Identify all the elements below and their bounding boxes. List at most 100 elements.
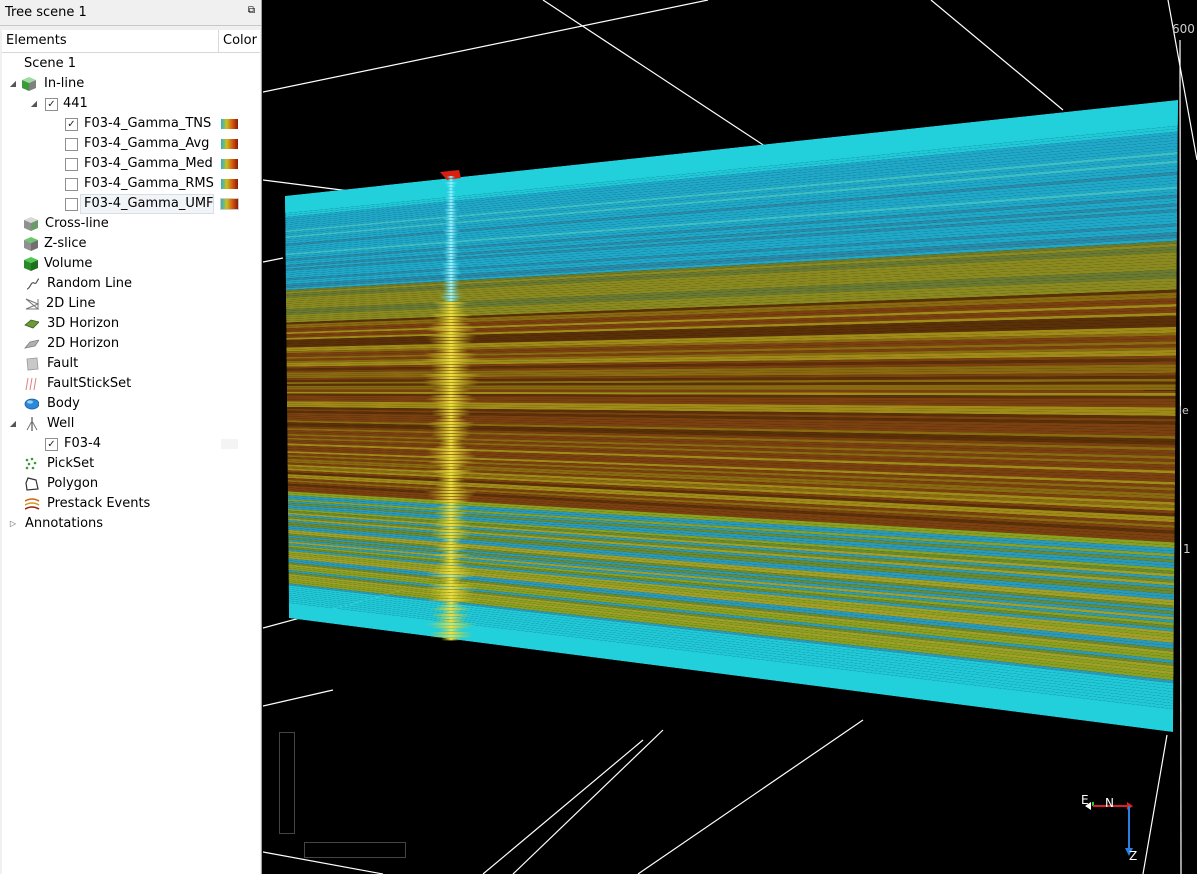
well-log-sample xyxy=(437,311,465,314)
collapse-arrow-icon[interactable]: ◢ xyxy=(8,74,18,94)
scene-tree[interactable]: Elements Color Scene 1 ◢ In-line ◢ ✓ 441… xyxy=(2,30,260,874)
well-log-sample xyxy=(446,200,456,203)
2d-line-icon xyxy=(25,298,40,310)
compass-n: N xyxy=(1105,796,1114,810)
panel-title: Tree scene 1 xyxy=(5,5,87,20)
well-log-sample xyxy=(442,266,460,269)
prestack-events-icon xyxy=(25,498,40,510)
well-log-sample xyxy=(440,503,462,506)
tree-item-label: Body xyxy=(47,396,80,411)
tree-item-scene[interactable]: Scene 1 xyxy=(2,54,260,74)
collapse-arrow-icon[interactable]: ◢ xyxy=(8,414,18,434)
tree-item-label: Volume xyxy=(44,256,93,271)
colorbar-swatch[interactable] xyxy=(221,139,238,149)
tree-item-volume[interactable]: Volume xyxy=(2,254,260,274)
attribute-item[interactable]: F03-4_Gamma_RMS xyxy=(2,174,260,194)
well-log-sample xyxy=(438,509,464,512)
tree-item-label: PickSet xyxy=(47,456,95,471)
random-line-icon xyxy=(26,278,40,290)
tree-item-crossline[interactable]: Cross-line xyxy=(2,214,260,234)
checkbox-checked[interactable]: ✓ xyxy=(45,98,58,111)
cube-gray-icon xyxy=(24,217,38,231)
attribute-item[interactable]: F03-4_Gamma_Med xyxy=(2,154,260,174)
well-log-sample xyxy=(445,221,457,224)
well-log-sample xyxy=(434,617,468,620)
tree-item-prestack-events[interactable]: Prestack Events xyxy=(2,494,260,514)
tree-item-2dhorizon[interactable]: 2D Horizon xyxy=(2,334,260,354)
tree-item-2dline[interactable]: 2D Line xyxy=(2,294,260,314)
well-log-sample xyxy=(435,620,467,623)
tree-item-inline[interactable]: ◢ In-line xyxy=(2,74,260,94)
well-log-sample xyxy=(442,299,460,302)
well-log-sample xyxy=(435,605,467,608)
well-log-sample xyxy=(445,206,457,209)
tree-item-inline-441[interactable]: ◢ ✓ 441 xyxy=(2,94,260,114)
well-log-sample xyxy=(443,287,459,290)
well-log-sample xyxy=(435,473,467,476)
well-log-sample xyxy=(432,545,470,548)
scene-canvas[interactable] xyxy=(263,0,1197,874)
well-log-sample xyxy=(440,581,461,584)
well-log-sample xyxy=(427,338,475,341)
column-header-elements[interactable]: Elements xyxy=(6,33,67,48)
axis-label-600: 600 xyxy=(1172,22,1195,36)
attribute-item[interactable]: F03-4_Gamma_Avg xyxy=(2,134,260,154)
expand-arrow-icon[interactable]: ▷ xyxy=(8,514,18,534)
well-log-sample xyxy=(431,302,471,305)
3d-horizon-icon xyxy=(24,319,39,329)
checkbox-unchecked[interactable] xyxy=(65,178,78,191)
tree-item-well-f03-4[interactable]: ✓ F03-4 xyxy=(2,434,260,454)
well-log-sample xyxy=(443,254,459,257)
tree-item-label: Fault xyxy=(47,356,79,371)
well-log-sample xyxy=(427,494,475,497)
tree-item-randomline[interactable]: Random Line xyxy=(2,274,260,294)
well-log-sample xyxy=(436,476,466,479)
well-log-sample xyxy=(428,314,474,317)
well-log-sample xyxy=(447,188,455,191)
well-log-sample xyxy=(439,467,463,470)
checkbox-unchecked[interactable] xyxy=(65,158,78,171)
well-log-sample xyxy=(439,557,463,560)
colorbar-swatch[interactable] xyxy=(221,179,238,189)
tree-item-faultstickset[interactable]: FaultStickSet xyxy=(2,374,260,394)
well-log-sample xyxy=(430,401,472,404)
well-log-sample xyxy=(440,293,462,296)
well-log-sample xyxy=(444,215,458,218)
checkbox-unchecked[interactable] xyxy=(65,138,78,151)
tree-item-zslice[interactable]: Z-slice xyxy=(2,234,260,254)
well-log-sample xyxy=(431,500,471,503)
compass-z: Z xyxy=(1129,849,1138,863)
colorbar-swatch[interactable] xyxy=(220,198,239,210)
well-log-sample xyxy=(431,596,471,599)
tree-item-3dhorizon[interactable]: 3D Horizon xyxy=(2,314,260,334)
tree-item-body[interactable]: Body xyxy=(2,394,260,414)
well-log-sample xyxy=(429,632,473,635)
colorbar-swatch[interactable] xyxy=(221,119,238,129)
well-log-sample xyxy=(446,194,456,197)
tree-item-polygon[interactable]: Polygon xyxy=(2,474,260,494)
panel-titlebar: Tree scene 1 ⧉ xyxy=(0,0,261,26)
column-header-color[interactable]: Color xyxy=(218,30,257,52)
well-log-sample xyxy=(436,518,466,521)
checkbox-checked[interactable]: ✓ xyxy=(65,118,78,131)
tree-item-pickset[interactable]: PickSet xyxy=(2,454,260,474)
well-log-sample xyxy=(434,344,468,347)
tree-item-annotations[interactable]: ▷ Annotations xyxy=(2,514,260,534)
checkbox-unchecked[interactable] xyxy=(65,198,78,211)
attribute-item[interactable]: F03-4_Gamma_UMF xyxy=(2,194,260,214)
attribute-item[interactable]: ✓ F03-4_Gamma_TNS xyxy=(2,114,260,134)
checkbox-checked[interactable]: ✓ xyxy=(45,438,58,451)
well-log-sample xyxy=(439,296,463,299)
collapse-arrow-icon[interactable]: ◢ xyxy=(29,94,39,114)
tree-item-well[interactable]: ◢ Well xyxy=(2,414,260,434)
tree-item-fault[interactable]: Fault xyxy=(2,354,260,374)
well-log-sample xyxy=(440,272,462,275)
well-log-sample xyxy=(439,611,462,614)
restore-icon[interactable]: ⧉ xyxy=(246,6,257,17)
well-log-sample xyxy=(434,332,468,335)
colorbar-swatch[interactable] xyxy=(221,159,238,169)
fault-icon xyxy=(26,357,39,371)
well-log-sample xyxy=(430,614,472,617)
3d-viewport[interactable]: 600 le 1 E N Z xyxy=(263,0,1197,874)
well-color-swatch[interactable] xyxy=(221,439,238,449)
